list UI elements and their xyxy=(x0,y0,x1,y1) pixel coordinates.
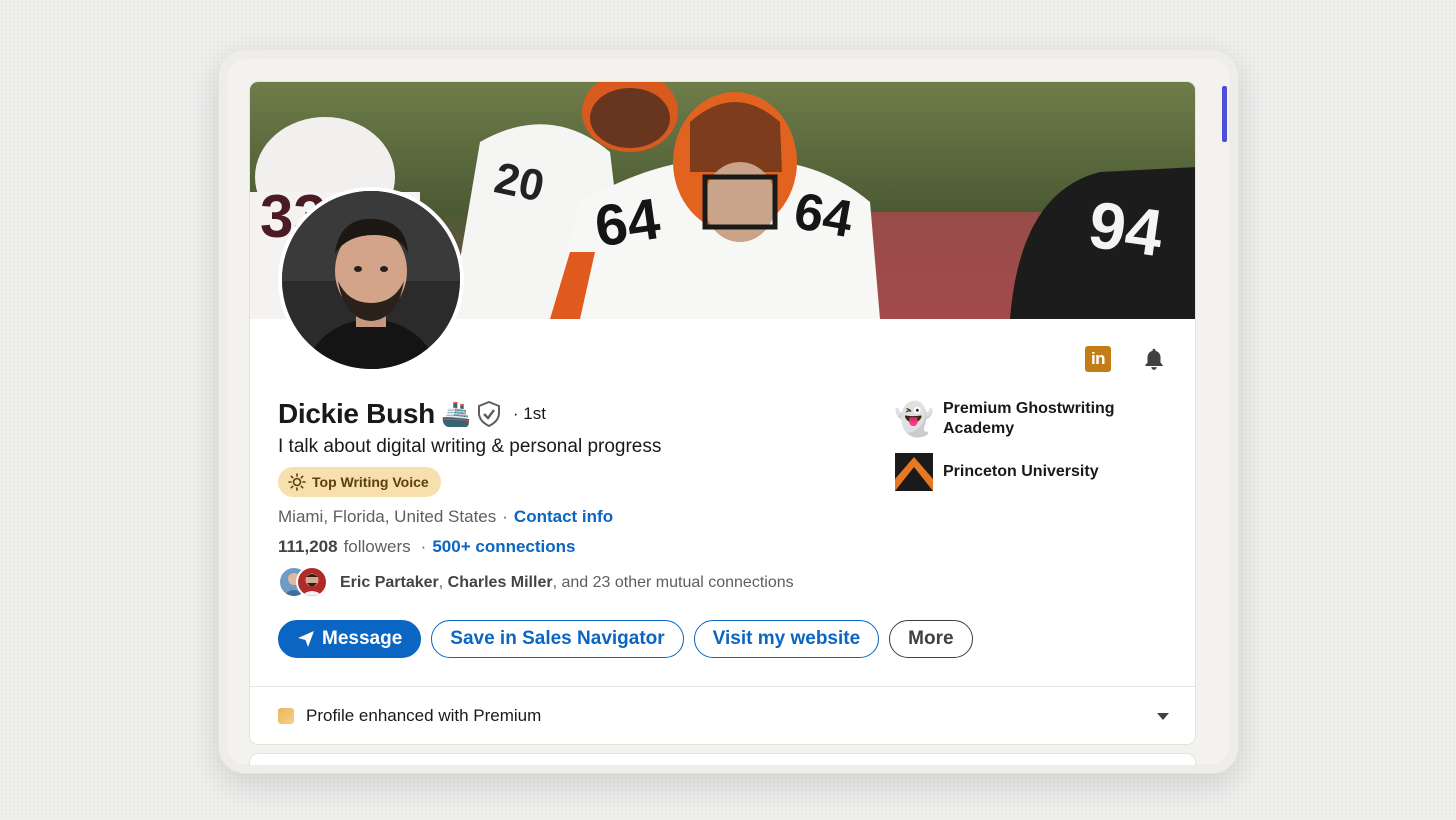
followers-label: followers xyxy=(343,537,411,556)
profile-actions: Message Save in Sales Navigator Visit my… xyxy=(278,620,973,658)
connection-degree: · 1st xyxy=(512,404,546,423)
premium-section[interactable]: Profile enhanced with Premium xyxy=(278,706,1169,726)
location-row: Miami, Florida, United States · Contact … xyxy=(278,507,613,527)
followers-row: 111,208 followers · 500+ connections xyxy=(278,537,575,557)
visit-website-button[interactable]: Visit my website xyxy=(693,620,880,658)
jersey-number: 64 xyxy=(591,186,664,259)
top-voice-badge[interactable]: Top Writing Voice xyxy=(278,467,441,497)
separator: · xyxy=(502,507,508,526)
ship-emoji: 🚢 xyxy=(440,400,471,428)
org-name: Premium Ghostwriting Academy xyxy=(943,400,1115,437)
premium-label: Profile enhanced with Premium xyxy=(306,706,542,725)
org-name: Princeton University xyxy=(943,463,1099,480)
avatar-photo xyxy=(282,191,460,369)
contact-info-link[interactable]: Contact info xyxy=(514,507,613,527)
profile-name-row: Dickie Bush 🚢 · 1st xyxy=(278,398,546,430)
separator: · xyxy=(420,537,427,556)
send-icon xyxy=(298,631,314,647)
next-card xyxy=(249,753,1196,765)
profile-top-icons: in xyxy=(1085,346,1167,372)
profile-organizations: 👻 Premium Ghostwriting Academy Princeton… xyxy=(894,399,1165,505)
premium-icon xyxy=(278,708,294,724)
jersey-number: 20 xyxy=(490,153,548,211)
badge-label: Top Writing Voice xyxy=(312,474,429,490)
jersey-number: 94 xyxy=(1084,187,1167,271)
princeton-logo-icon xyxy=(895,453,933,491)
profile-name: Dickie Bush xyxy=(278,398,435,429)
mutual-rest: , and 23 other mutual connections xyxy=(552,574,794,591)
mutual-name-2: Charles Miller xyxy=(447,574,553,591)
section-divider xyxy=(250,686,1195,687)
separator: , xyxy=(438,574,444,591)
location-text: Miami, Florida, United States xyxy=(278,507,497,526)
scrollbar-accent[interactable] xyxy=(1222,86,1227,142)
followers-count: 111,208 xyxy=(278,537,338,556)
sun-icon xyxy=(288,473,306,491)
profile-headline: I talk about digital writing & personal … xyxy=(278,436,662,457)
mutual-avatars xyxy=(278,566,330,600)
mutual-connections[interactable]: Eric Partaker, Charles Miller, and 23 ot… xyxy=(278,566,794,600)
profile-avatar[interactable] xyxy=(278,187,464,373)
connections-link[interactable]: 500+ connections xyxy=(432,537,575,557)
mutual-name-1: Eric Partaker xyxy=(340,574,439,591)
save-in-sales-navigator-button[interactable]: Save in Sales Navigator xyxy=(431,620,684,658)
org-item[interactable]: 👻 Premium Ghostwriting Academy xyxy=(894,399,1165,439)
mutual-avatar xyxy=(296,566,328,598)
bell-icon[interactable] xyxy=(1141,346,1167,372)
linkedin-icon[interactable]: in xyxy=(1085,346,1111,372)
org-item[interactable]: Princeton University xyxy=(895,453,1165,491)
message-button[interactable]: Message xyxy=(278,620,422,658)
message-button-label: Message xyxy=(322,628,403,649)
profile-card: 33 20 64 64 94 in Dickie Bush 🚢 · 1st I … xyxy=(249,81,1196,745)
more-button[interactable]: More xyxy=(889,620,973,658)
jersey-number: 64 xyxy=(790,182,857,249)
caret-down-icon[interactable] xyxy=(1157,712,1169,720)
ghost-icon: 👻 xyxy=(894,401,934,437)
shield-check-icon[interactable] xyxy=(477,401,501,427)
